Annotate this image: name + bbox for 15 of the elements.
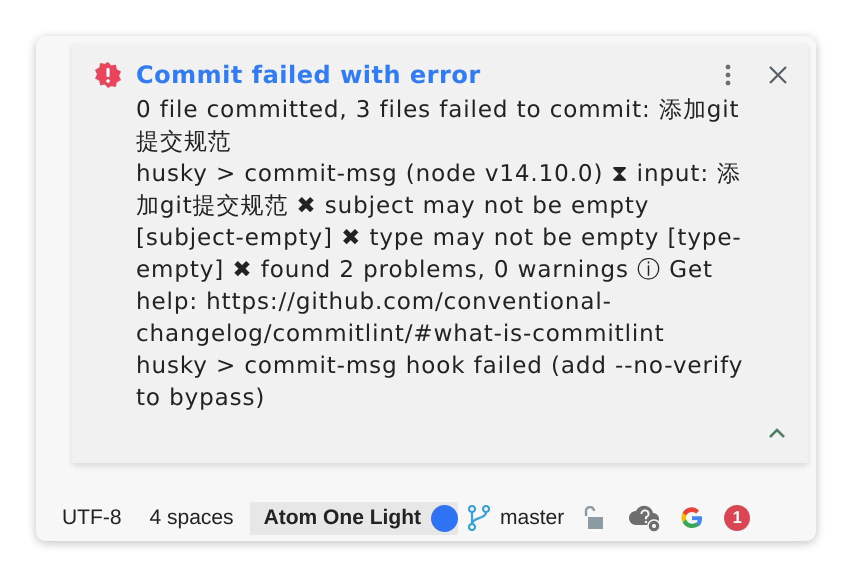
close-icon[interactable] [768, 65, 788, 85]
notification-title: Commit failed with error [136, 61, 482, 89]
error-icon [94, 61, 122, 89]
cloud-help-icon[interactable] [628, 503, 662, 533]
notification-count-badge[interactable]: 1 [724, 505, 750, 531]
branch-icon [468, 505, 490, 531]
google-logo-icon[interactable] [680, 506, 704, 530]
unlocked-lock-icon[interactable] [582, 506, 604, 530]
notification-message: husky > commit-msg hook failed (add --no-verify to bypass) [136, 352, 744, 413]
more-icon[interactable] [724, 63, 732, 87]
indent-label[interactable]: 4 spaces [150, 506, 234, 530]
theme-selector[interactable]: Atom One Light [250, 502, 458, 534]
branch-selector[interactable]: master [468, 505, 564, 531]
collapse-icon[interactable] [768, 427, 786, 439]
encoding-label[interactable]: UTF-8 [62, 506, 122, 530]
